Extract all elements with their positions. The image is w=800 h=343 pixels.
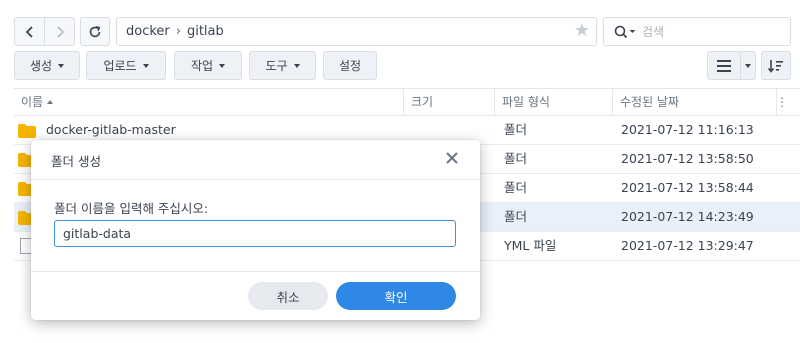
folder-icon — [18, 124, 36, 138]
folder-name-label: 폴더 이름을 입력해 주십시오: — [54, 201, 209, 216]
row-type: 폴더 — [504, 151, 528, 166]
refresh-icon — [89, 25, 101, 37]
close-icon[interactable] — [444, 150, 460, 166]
ok-button[interactable]: 확인 — [336, 282, 456, 310]
upload-label: 업로드 — [103, 59, 137, 73]
search-field[interactable]: 검색 — [603, 17, 791, 46]
row-modified: 2021-07-12 13:58:44 — [621, 180, 754, 195]
column-size[interactable]: 크기 — [404, 89, 433, 116]
path-separator-icon: › — [175, 24, 181, 39]
refresh-button[interactable] — [80, 17, 110, 46]
chevron-left-icon — [25, 25, 33, 38]
star-icon[interactable]: ★ — [574, 22, 590, 40]
settings-label: 설정 — [338, 59, 362, 73]
path-bar[interactable]: docker › gitlab ★ — [116, 17, 597, 46]
sort-ascending-icon — [47, 100, 54, 104]
row-modified: 2021-07-12 13:29:47 — [621, 238, 754, 253]
forward-button[interactable] — [44, 18, 74, 45]
create-folder-dialog: 폴더 생성 폴더 이름을 입력해 주십시오: 취소 확인 — [31, 140, 480, 320]
folder-name-input[interactable] — [54, 220, 456, 247]
view-dropdown[interactable] — [740, 52, 755, 79]
dialog-divider — [31, 179, 480, 180]
caret-down-icon — [58, 63, 65, 68]
row-type: 폴더 — [504, 122, 528, 137]
sort-icon — [768, 59, 783, 73]
create-label: 생성 — [29, 59, 53, 73]
action-label: 작업 — [190, 59, 214, 73]
column-options-icon[interactable]: ⋮ — [776, 89, 788, 116]
path-segment-root[interactable]: docker — [126, 24, 170, 39]
row-modified: 2021-07-12 14:23:49 — [621, 209, 754, 224]
caret-down-icon — [142, 63, 149, 68]
dialog-title: 폴더 생성 — [51, 154, 101, 169]
file-table-header: 이름 크기 파일 형식 수정된 날짜 ⋮ — [14, 88, 800, 116]
column-name-label: 이름 — [21, 95, 44, 109]
row-modified: 2021-07-12 11:16:13 — [621, 122, 754, 137]
row-type: YML 파일 — [504, 238, 557, 253]
dialog-footer-divider — [31, 271, 480, 272]
row-type: 폴더 — [504, 180, 528, 195]
settings-button[interactable]: 설정 — [323, 51, 377, 80]
column-type[interactable]: 파일 형식 — [495, 89, 550, 116]
search-icon — [614, 25, 636, 38]
chevron-right-icon — [57, 25, 65, 38]
list-view-icon — [717, 59, 731, 72]
sort-button[interactable] — [761, 51, 791, 80]
cancel-button[interactable]: 취소 — [248, 282, 328, 310]
column-name[interactable]: 이름 — [14, 89, 54, 116]
create-button[interactable]: 생성 — [14, 51, 80, 80]
tools-button[interactable]: 도구 — [249, 51, 316, 80]
path-segment-current[interactable]: gitlab — [187, 24, 224, 39]
tools-label: 도구 — [265, 59, 288, 73]
caret-down-icon — [219, 63, 226, 68]
search-placeholder[interactable]: 검색 — [642, 23, 664, 40]
caret-down-icon — [745, 63, 751, 68]
caret-down-icon — [293, 63, 300, 68]
action-button[interactable]: 작업 — [174, 51, 242, 80]
nav-buttons — [14, 17, 75, 46]
column-modified[interactable]: 수정된 날짜 — [613, 89, 679, 116]
upload-button[interactable]: 업로드 — [86, 51, 166, 80]
list-view-button[interactable] — [708, 52, 740, 79]
row-type: 폴더 — [504, 209, 528, 224]
row-modified: 2021-07-12 13:58:50 — [621, 151, 754, 166]
view-mode-button[interactable] — [707, 51, 756, 80]
back-button[interactable] — [15, 18, 44, 45]
